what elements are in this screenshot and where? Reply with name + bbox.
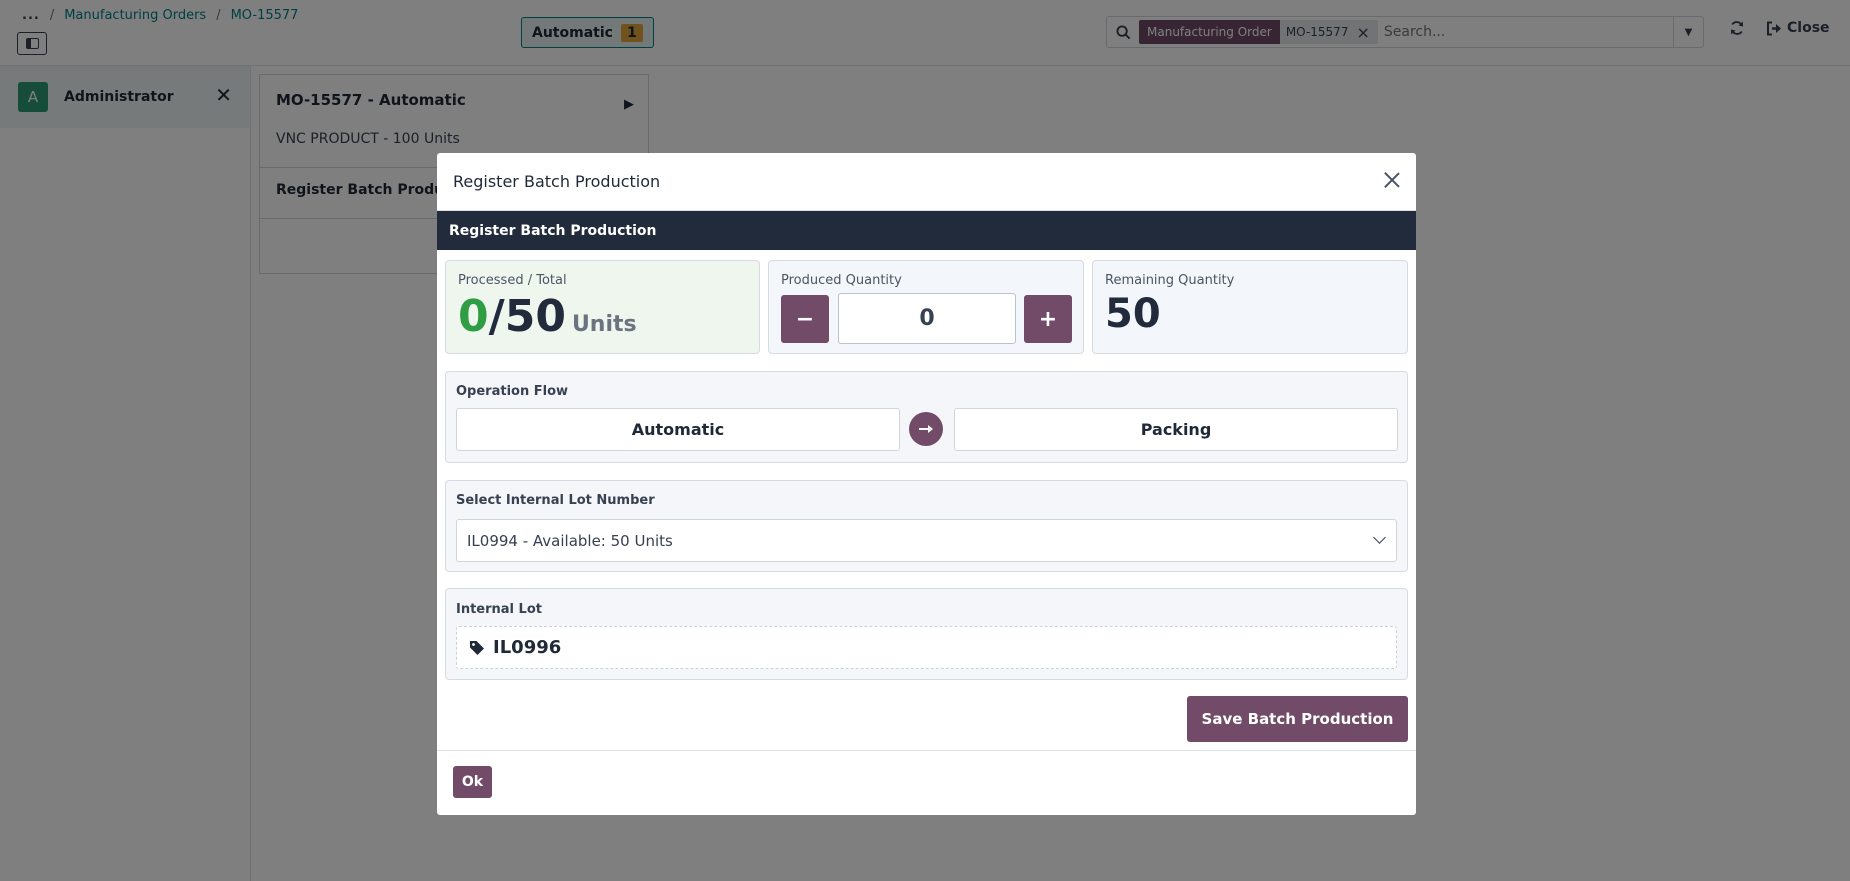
produced-quantity-label: Produced Quantity — [781, 273, 902, 288]
remaining-quantity-label: Remaining Quantity — [1105, 273, 1235, 288]
lot-select-section: Select Internal Lot Number IL0994 - Avai… — [445, 480, 1408, 572]
modal-footer: Ok — [437, 750, 1416, 815]
operation-flow-section: Operation Flow Automatic Packing — [445, 371, 1408, 463]
ok-button[interactable]: Ok — [453, 766, 492, 798]
modal-header: Register Batch Production — [437, 153, 1416, 211]
section-banner: Register Batch Production — [437, 211, 1416, 250]
decrease-quantity-button[interactable]: − — [781, 295, 829, 343]
produced-quantity-card: Produced Quantity − 0 + — [768, 260, 1084, 354]
flow-next-operation: Packing — [954, 408, 1398, 451]
internal-lot-display: IL0996 — [456, 626, 1397, 669]
tag-icon — [470, 640, 484, 655]
close-icon[interactable] — [1382, 170, 1402, 190]
register-batch-dialog: Register Batch Production Register Batch… — [437, 153, 1416, 815]
processed-total-card: Processed / Total 0 / 50 Units — [445, 260, 760, 354]
internal-lot-select[interactable]: IL0994 - Available: 50 Units — [456, 519, 1397, 562]
modal-title: Register Batch Production — [453, 172, 661, 191]
arrow-right-icon — [909, 412, 943, 446]
remaining-quantity-value: 50 — [1105, 291, 1161, 337]
increase-quantity-button[interactable]: + — [1024, 295, 1072, 343]
processed-total-value: 0 / 50 Units — [458, 291, 637, 342]
save-batch-production-button[interactable]: Save Batch Production — [1187, 696, 1408, 742]
units-label: Units — [571, 312, 637, 337]
total-count: 50 — [504, 291, 566, 342]
lot-select-label: Select Internal Lot Number — [456, 493, 655, 508]
processed-slash: / — [488, 291, 505, 342]
flow-current-operation: Automatic — [456, 408, 900, 451]
processed-count: 0 — [458, 291, 489, 342]
processed-total-label: Processed / Total — [458, 273, 567, 288]
internal-lot-value: IL0996 — [493, 637, 562, 658]
produced-quantity-input[interactable]: 0 — [838, 293, 1016, 344]
remaining-quantity-card: Remaining Quantity 50 — [1092, 260, 1408, 354]
lot-select-value: IL0994 - Available: 50 Units — [467, 531, 673, 550]
chevron-down-icon — [1373, 531, 1386, 544]
internal-lot-label: Internal Lot — [456, 602, 542, 617]
internal-lot-section: Internal Lot IL0996 — [445, 588, 1408, 680]
operation-flow-label: Operation Flow — [456, 384, 569, 399]
